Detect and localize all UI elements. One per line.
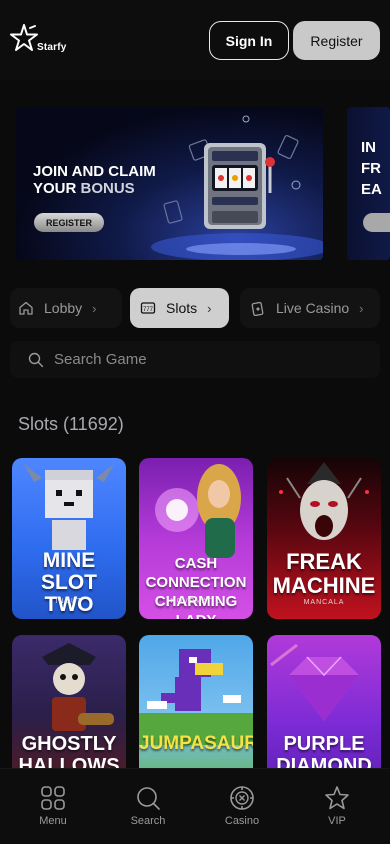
game-provider: NOVOMATIC (170, 598, 222, 605)
game-provider: INOUT (55, 598, 83, 605)
star-logo-icon (10, 24, 38, 51)
tab-lobby-label: Lobby (44, 300, 83, 316)
brand-name: Starfy (37, 42, 67, 53)
tab-lobby[interactable]: Lobby › (10, 288, 122, 328)
game-title: JUMPASAURS! (139, 733, 253, 754)
tab-live-casino-label: Live Casino (276, 300, 350, 316)
game-art-cube-ghost (24, 464, 114, 550)
search-icon (28, 352, 44, 367)
chevron-right-icon: › (92, 300, 97, 316)
slot-machine-icon: 777 (140, 302, 156, 314)
grid-icon (41, 786, 65, 810)
game-title: FREAK MACHINE (272, 549, 376, 598)
starfy-logo[interactable]: Starfy (10, 24, 74, 58)
top-header: Starfy Sign In Register (0, 0, 390, 80)
casino-chip-icon (230, 786, 254, 810)
game-card[interactable]: MINE SLOT TWO INOUT (12, 458, 126, 619)
game-title: MINE SLOT TWO (41, 549, 97, 616)
game-card[interactable]: CASH CONNECTION CHARMING LADY NOVOMATIC (139, 458, 253, 619)
nav-menu-label: Menu (39, 815, 67, 827)
banner-line-2-prefix: YOUR (33, 180, 81, 197)
tab-live-casino[interactable]: Live Casino › (240, 288, 380, 328)
tab-slots[interactable]: 777 Slots › (130, 288, 229, 328)
game-art-diamond (270, 643, 359, 721)
star-icon (325, 786, 349, 810)
game-title: CASH CONNECTION CHARMING LADY (145, 555, 247, 619)
promo-banner[interactable]: JOIN AND CLAIM YOUR BONUS REGISTER (16, 107, 323, 260)
game-provider: MANCALA (303, 599, 345, 606)
search-game-input[interactable]: Search Game (10, 341, 380, 378)
tab-slots-label: Slots (166, 300, 198, 316)
search-placeholder: Search Game (54, 351, 147, 368)
bottom-nav: Menu Search Casino VIP (0, 768, 390, 844)
chevron-right-icon: › (359, 300, 364, 316)
promo-banner-next[interactable]: IN FR EA (347, 107, 390, 260)
nav-vip[interactable]: VIP (302, 785, 372, 827)
nav-casino-label: Casino (224, 815, 260, 827)
game-art-pixel-dino (139, 649, 253, 745)
banner-headline: JOIN AND CLAIM YOUR BONUS (33, 163, 156, 197)
banner-line-2-highlight: BONUS (80, 180, 135, 197)
svg-text:777: 777 (143, 307, 154, 313)
register-button[interactable]: Register (293, 21, 380, 60)
game-card[interactable]: FREAK MACHINE MANCALA (267, 458, 381, 619)
nav-vip-label: VIP (328, 815, 346, 827)
banner-next-button[interactable] (363, 213, 390, 232)
sign-in-button[interactable]: Sign In (209, 21, 289, 60)
banner-line-1: JOIN AND CLAIM (33, 163, 156, 180)
home-icon (19, 301, 33, 315)
banner-register-button[interactable]: REGISTER (34, 213, 104, 232)
nav-search[interactable]: Search (113, 785, 183, 827)
nav-casino[interactable]: Casino (207, 785, 277, 827)
game-art-charming-lady (155, 464, 241, 558)
nav-search-label: Search (130, 815, 166, 827)
game-art-freak-face (279, 462, 369, 540)
banner-next-partial-text: IN FR EA (361, 139, 382, 198)
cards-icon (251, 301, 264, 316)
chevron-right-icon: › (207, 300, 212, 316)
game-art-ghost-pirate (42, 643, 114, 731)
nav-menu[interactable]: Menu (18, 785, 88, 827)
category-tabs: Lobby › 777 Slots › Live Casino › (0, 288, 390, 328)
search-icon (137, 787, 160, 810)
section-title: Slots (11692) (18, 414, 124, 434)
slot-machine-illustration (204, 143, 275, 229)
